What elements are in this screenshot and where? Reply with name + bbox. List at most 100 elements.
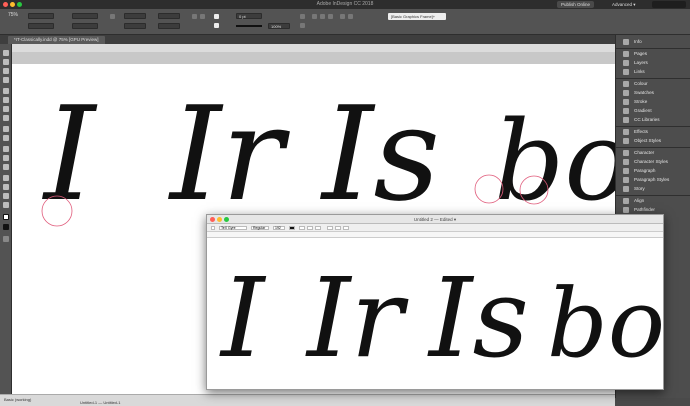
gradient-tool-icon[interactable] [3, 164, 9, 170]
eyedropper-tool-icon[interactable] [3, 184, 9, 190]
zoom-level[interactable]: 75% [8, 12, 18, 18]
colour-icon [623, 81, 629, 87]
paragraph-styles-icon [623, 177, 629, 183]
rectangle-tool-icon[interactable] [3, 135, 9, 141]
scale-x-field[interactable] [124, 13, 146, 19]
frame-fit-icon[interactable] [348, 14, 353, 19]
status-bar: Basic (working) Untitled-1 — Untitled-1 [0, 394, 615, 406]
zoom-window-icon[interactable] [224, 217, 229, 222]
glyph-group-2[interactable]: Ir [168, 78, 290, 230]
fx-effects-icon[interactable] [300, 14, 305, 19]
x-position-field[interactable] [28, 13, 54, 19]
align-left-icon[interactable] [312, 14, 317, 19]
character-styles-icon [623, 159, 629, 165]
character-icon [623, 150, 629, 156]
panel-item-story[interactable]: Story [616, 184, 690, 194]
glyph-group-1[interactable]: I [219, 254, 267, 382]
search-field[interactable] [652, 1, 686, 8]
pasteboard [12, 52, 615, 64]
font-style-field[interactable]: Regular [251, 226, 269, 230]
glyph-group-1[interactable]: I [42, 78, 98, 230]
tools-panel [0, 44, 12, 394]
italic-icon[interactable] [307, 226, 313, 230]
glyph-group-4[interactable]: bor [494, 97, 690, 225]
fill-swatch-icon[interactable] [214, 14, 219, 19]
control-panel: 75% 0 pt 100% [Basic Graphics Frame]+ [0, 9, 690, 35]
untitled-window: Untitled 2 — Edited ▾ TeX Gyre Regular 1… [206, 214, 664, 390]
font-size-field[interactable]: 192 [273, 226, 285, 230]
glyph-group-4[interactable]: bor [547, 269, 663, 379]
flip-horizontal-icon[interactable] [192, 14, 197, 19]
horizontal-ruler [12, 44, 615, 52]
scissors-tool-icon[interactable] [3, 146, 9, 152]
y-position-field[interactable] [28, 23, 54, 29]
note-tool-icon[interactable] [3, 175, 9, 181]
panel-item-links[interactable]: Links [616, 67, 690, 77]
type-tool-icon[interactable] [3, 88, 9, 94]
glyph-group-2[interactable]: Ir [305, 254, 409, 382]
zoom-tool-icon[interactable] [3, 202, 9, 208]
object-style-dropdown[interactable]: [Basic Graphics Frame]+ [388, 13, 446, 20]
pencil-tool-icon[interactable] [3, 115, 9, 121]
font-menu-icon[interactable] [211, 226, 215, 230]
align-left-text-icon[interactable] [327, 226, 333, 230]
gradient-icon [623, 108, 629, 114]
direct-selection-tool-icon[interactable] [3, 59, 9, 65]
stroke-type-preview[interactable] [236, 25, 262, 27]
swatches-icon [623, 90, 629, 96]
line-tool-icon[interactable] [3, 97, 9, 103]
rotation-field[interactable] [158, 13, 180, 19]
shear-field[interactable] [158, 23, 180, 29]
publish-online-button[interactable]: Publish Online [557, 1, 595, 8]
document-tab[interactable]: *IT-Classically.indd @ 75% [GPU Preview] [8, 36, 105, 44]
align-right-icon[interactable] [328, 14, 333, 19]
document-tab-bar: *IT-Classically.indd @ 75% [GPU Preview] [0, 35, 615, 44]
glyph-group-3[interactable]: Is [320, 78, 440, 230]
untitled-window-toolbar: TeX Gyre Regular 192 [207, 224, 663, 232]
glyph-group-3[interactable]: Is [427, 254, 529, 382]
font-family-field[interactable]: TeX Gyre [219, 226, 247, 230]
effects-icon [623, 129, 629, 135]
constrain-proportions-icon[interactable] [110, 14, 115, 19]
pen-tool-icon[interactable] [3, 106, 9, 112]
free-transform-tool-icon[interactable] [3, 155, 9, 161]
close-window-icon[interactable] [210, 217, 215, 222]
rectangle-frame-tool-icon[interactable] [3, 126, 9, 132]
minimize-window-icon[interactable] [217, 217, 222, 222]
scale-y-field[interactable] [124, 23, 146, 29]
status-note: Untitled-1 — Untitled-1 [80, 400, 121, 405]
align-icon [623, 198, 629, 204]
untitled-window-titlebar: Untitled 2 — Edited ▾ [207, 215, 663, 224]
bold-icon[interactable] [299, 226, 305, 230]
layers-icon [623, 60, 629, 66]
flip-vertical-icon[interactable] [200, 14, 205, 19]
panel-item-info[interactable]: Info [616, 37, 690, 47]
underline-icon[interactable] [315, 226, 321, 230]
text-color-icon[interactable] [289, 226, 295, 230]
stroke-color-icon[interactable] [3, 224, 9, 230]
page-tool-icon[interactable] [3, 68, 9, 74]
panel-item-cc-libraries[interactable]: CC Libraries [616, 115, 690, 125]
height-field[interactable] [72, 23, 98, 29]
panel-item-object-styles[interactable]: Object Styles [616, 136, 690, 146]
text-wrap-icon[interactable] [300, 23, 305, 28]
opacity-field[interactable]: 100% [268, 23, 290, 29]
align-right-text-icon[interactable] [343, 226, 349, 230]
pages-icon [623, 51, 629, 57]
fitting-icon[interactable] [340, 14, 345, 19]
stroke-weight-field[interactable]: 0 pt [236, 13, 262, 19]
screen-mode-icon[interactable] [3, 236, 9, 242]
workspace-switcher[interactable]: Advanced ▾ [612, 0, 636, 9]
gap-tool-icon[interactable] [3, 77, 9, 83]
align-center-icon[interactable] [320, 14, 325, 19]
width-field[interactable] [72, 13, 98, 19]
align-center-text-icon[interactable] [335, 226, 341, 230]
stroke-swatch-icon[interactable] [214, 23, 219, 28]
untitled-window-text: I Ir Is bor [219, 254, 663, 382]
untitled-window-title: Untitled 2 — Edited ▾ [413, 217, 457, 222]
story-icon [623, 186, 629, 192]
hand-tool-icon[interactable] [3, 193, 9, 199]
selection-tool-icon[interactable] [3, 50, 9, 56]
menu-bar: Adobe InDesign CC 2018 Publish Online Ad… [0, 0, 690, 9]
fill-color-icon[interactable] [3, 214, 9, 220]
